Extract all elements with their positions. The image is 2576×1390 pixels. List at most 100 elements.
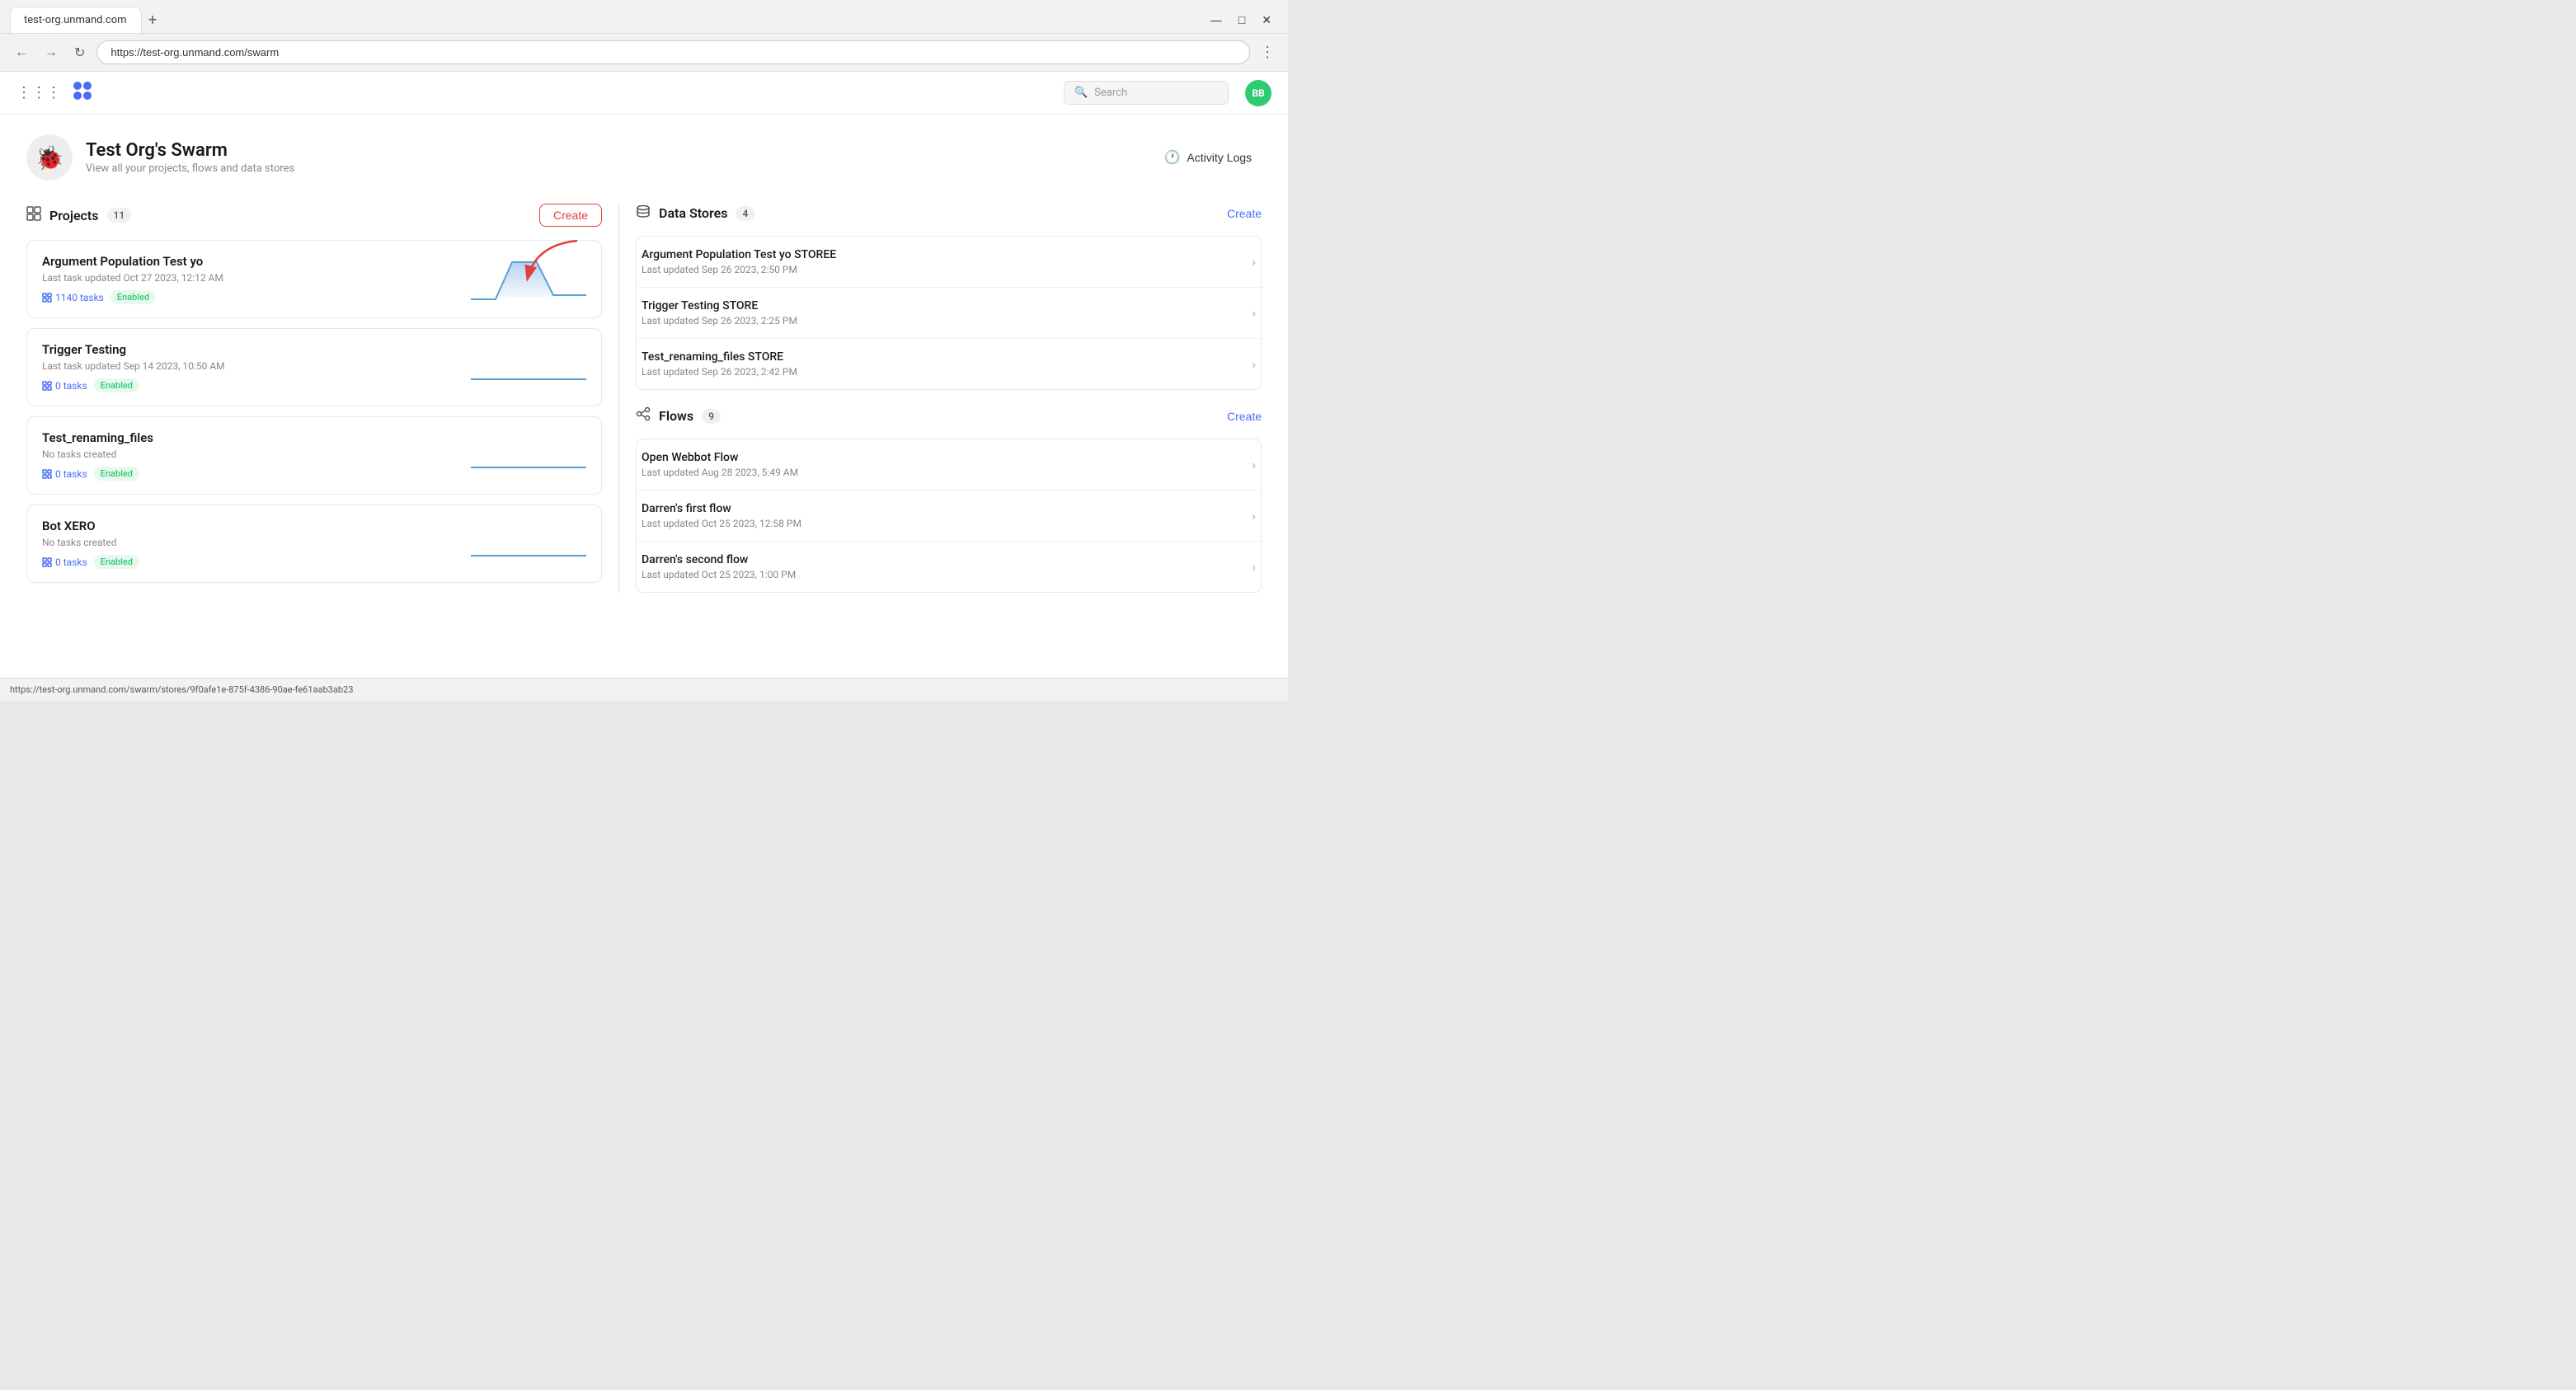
- projects-title: Projects: [49, 208, 99, 223]
- right-column: Data Stores 4 Create Argument Population…: [619, 204, 1262, 593]
- org-header: 🐞 Test Org's Swarm View all your project…: [26, 134, 1262, 181]
- close-button[interactable]: ✕: [1255, 12, 1278, 29]
- list-item[interactable]: Darren's first flow Last updated Oct 25 …: [637, 491, 1261, 542]
- project-info: Trigger Testing Last task updated Sep 14…: [42, 342, 461, 392]
- flows-list: Open Webbot Flow Last updated Aug 28 202…: [636, 439, 1262, 593]
- project-tags: 1140 tasks Enabled: [42, 290, 461, 304]
- project-chart: [471, 519, 586, 568]
- project-tags: 0 tasks Enabled: [42, 467, 461, 481]
- minimize-button[interactable]: —: [1204, 12, 1229, 29]
- forward-button[interactable]: →: [40, 42, 63, 63]
- project-card[interactable]: Test_renaming_files No tasks created 0 t…: [26, 416, 602, 495]
- projects-section-header: Projects 11 Create: [26, 204, 602, 227]
- tasks-tag: 0 tasks: [42, 556, 87, 568]
- list-item-meta: Last updated Aug 28 2023, 5:49 AM: [642, 467, 1252, 478]
- list-item-info: Darren's second flow Last updated Oct 25…: [642, 553, 1252, 580]
- project-name: Bot XERO: [42, 519, 461, 533]
- list-item-info: Darren's first flow Last updated Oct 25 …: [642, 502, 1252, 529]
- list-item-name: Darren's first flow: [642, 502, 1252, 515]
- data-stores-list: Argument Population Test yo STOREE Last …: [636, 236, 1262, 390]
- org-description: View all your projects, flows and data s…: [86, 162, 294, 175]
- flows-create-button[interactable]: Create: [1227, 410, 1262, 423]
- search-bar[interactable]: 🔍 Search: [1064, 81, 1229, 105]
- data-stores-create-button[interactable]: Create: [1227, 207, 1262, 220]
- projects-count: 11: [107, 208, 132, 223]
- chevron-right-icon: ›: [1252, 457, 1256, 472]
- tab-label: test-org.unmand.com: [24, 14, 127, 26]
- app-logo[interactable]: [71, 79, 94, 107]
- list-item-name: Test_renaming_files STORE: [642, 350, 1252, 364]
- project-info: Argument Population Test yo Last task up…: [42, 254, 461, 304]
- list-item-info: Argument Population Test yo STOREE Last …: [642, 248, 1252, 275]
- enabled-badge: Enabled: [110, 290, 156, 304]
- project-meta: No tasks created: [42, 448, 461, 460]
- flows-icon: [636, 406, 651, 425]
- project-tags: 0 tasks Enabled: [42, 378, 461, 392]
- tasks-tag: 1140 tasks: [42, 292, 104, 303]
- list-item-name: Open Webbot Flow: [642, 451, 1252, 464]
- list-item-meta: Last updated Oct 25 2023, 1:00 PM: [642, 569, 1252, 580]
- org-avatar: 🐞: [26, 134, 73, 181]
- projects-column: Projects 11 Create: [26, 204, 619, 593]
- project-name: Argument Population Test yo: [42, 254, 461, 269]
- tasks-tag: 0 tasks: [42, 380, 87, 392]
- activity-logs-icon: 🕐: [1163, 149, 1180, 166]
- project-meta: Last task updated Oct 27 2023, 12:12 AM: [42, 272, 461, 284]
- projects-create-button[interactable]: Create: [539, 204, 602, 227]
- activity-logs-button[interactable]: 🕐 Activity Logs: [1154, 143, 1262, 172]
- project-chart: [471, 342, 586, 392]
- user-avatar[interactable]: BB: [1245, 80, 1272, 106]
- project-name: Test_renaming_files: [42, 430, 461, 445]
- grid-icon[interactable]: ⋮⋮⋮: [16, 84, 61, 101]
- chevron-right-icon: ›: [1252, 254, 1256, 270]
- list-item[interactable]: Argument Population Test yo STOREE Last …: [637, 237, 1261, 288]
- list-item-meta: Last updated Sep 26 2023, 2:25 PM: [642, 315, 1252, 326]
- list-item[interactable]: Trigger Testing STORE Last updated Sep 2…: [637, 288, 1261, 339]
- list-item-meta: Last updated Sep 26 2023, 2:42 PM: [642, 366, 1252, 378]
- list-item[interactable]: Darren's second flow Last updated Oct 25…: [637, 542, 1261, 592]
- list-item-name: Trigger Testing STORE: [642, 299, 1252, 312]
- project-card[interactable]: Argument Population Test yo Last task up…: [26, 240, 602, 318]
- address-bar[interactable]: [96, 40, 1250, 64]
- flows-title: Flows: [659, 408, 693, 424]
- list-item-info: Open Webbot Flow Last updated Aug 28 202…: [642, 451, 1252, 478]
- browser-tab[interactable]: test-org.unmand.com: [10, 7, 142, 33]
- data-stores-icon: [636, 204, 651, 223]
- project-card[interactable]: Trigger Testing Last task updated Sep 14…: [26, 328, 602, 406]
- activity-logs-label: Activity Logs: [1187, 151, 1252, 164]
- search-icon: 🔍: [1074, 87, 1088, 99]
- data-stores-count: 4: [736, 206, 754, 221]
- enabled-badge: Enabled: [94, 378, 139, 392]
- list-item-name: Argument Population Test yo STOREE: [642, 248, 1252, 261]
- project-card[interactable]: Bot XERO No tasks created 0 tasks Enable…: [26, 505, 602, 583]
- enabled-badge: Enabled: [94, 555, 139, 569]
- project-chart: [471, 254, 586, 303]
- project-info: Bot XERO No tasks created 0 tasks Enable…: [42, 519, 461, 569]
- create-button-container: Create: [539, 204, 602, 227]
- main-layout: Projects 11 Create: [26, 204, 1262, 593]
- chevron-right-icon: ›: [1252, 559, 1256, 575]
- project-meta: Last task updated Sep 14 2023, 10:50 AM: [42, 360, 461, 372]
- reload-button[interactable]: ↻: [69, 41, 90, 64]
- browser-menu-button[interactable]: ⋮: [1257, 40, 1278, 64]
- list-item[interactable]: Test_renaming_files STORE Last updated S…: [637, 339, 1261, 389]
- list-item-meta: Last updated Sep 26 2023, 2:50 PM: [642, 264, 1252, 275]
- data-stores-section-header: Data Stores 4 Create: [636, 204, 1262, 223]
- project-chart: [471, 430, 586, 480]
- back-button[interactable]: ←: [10, 42, 33, 63]
- list-item-info: Trigger Testing STORE Last updated Sep 2…: [642, 299, 1252, 326]
- enabled-badge: Enabled: [94, 467, 139, 481]
- chevron-right-icon: ›: [1252, 305, 1256, 321]
- project-meta: No tasks created: [42, 537, 461, 548]
- maximize-button[interactable]: □: [1232, 12, 1252, 29]
- project-tags: 0 tasks Enabled: [42, 555, 461, 569]
- project-name: Trigger Testing: [42, 342, 461, 357]
- chevron-right-icon: ›: [1252, 356, 1256, 372]
- new-tab-button[interactable]: +: [142, 8, 163, 32]
- chevron-right-icon: ›: [1252, 508, 1256, 524]
- projects-icon: [26, 206, 41, 225]
- flows-count: 9: [702, 409, 721, 424]
- org-info: Test Org's Swarm View all your projects,…: [86, 140, 294, 175]
- list-item[interactable]: Open Webbot Flow Last updated Aug 28 202…: [637, 439, 1261, 491]
- list-item-meta: Last updated Oct 25 2023, 12:58 PM: [642, 518, 1252, 529]
